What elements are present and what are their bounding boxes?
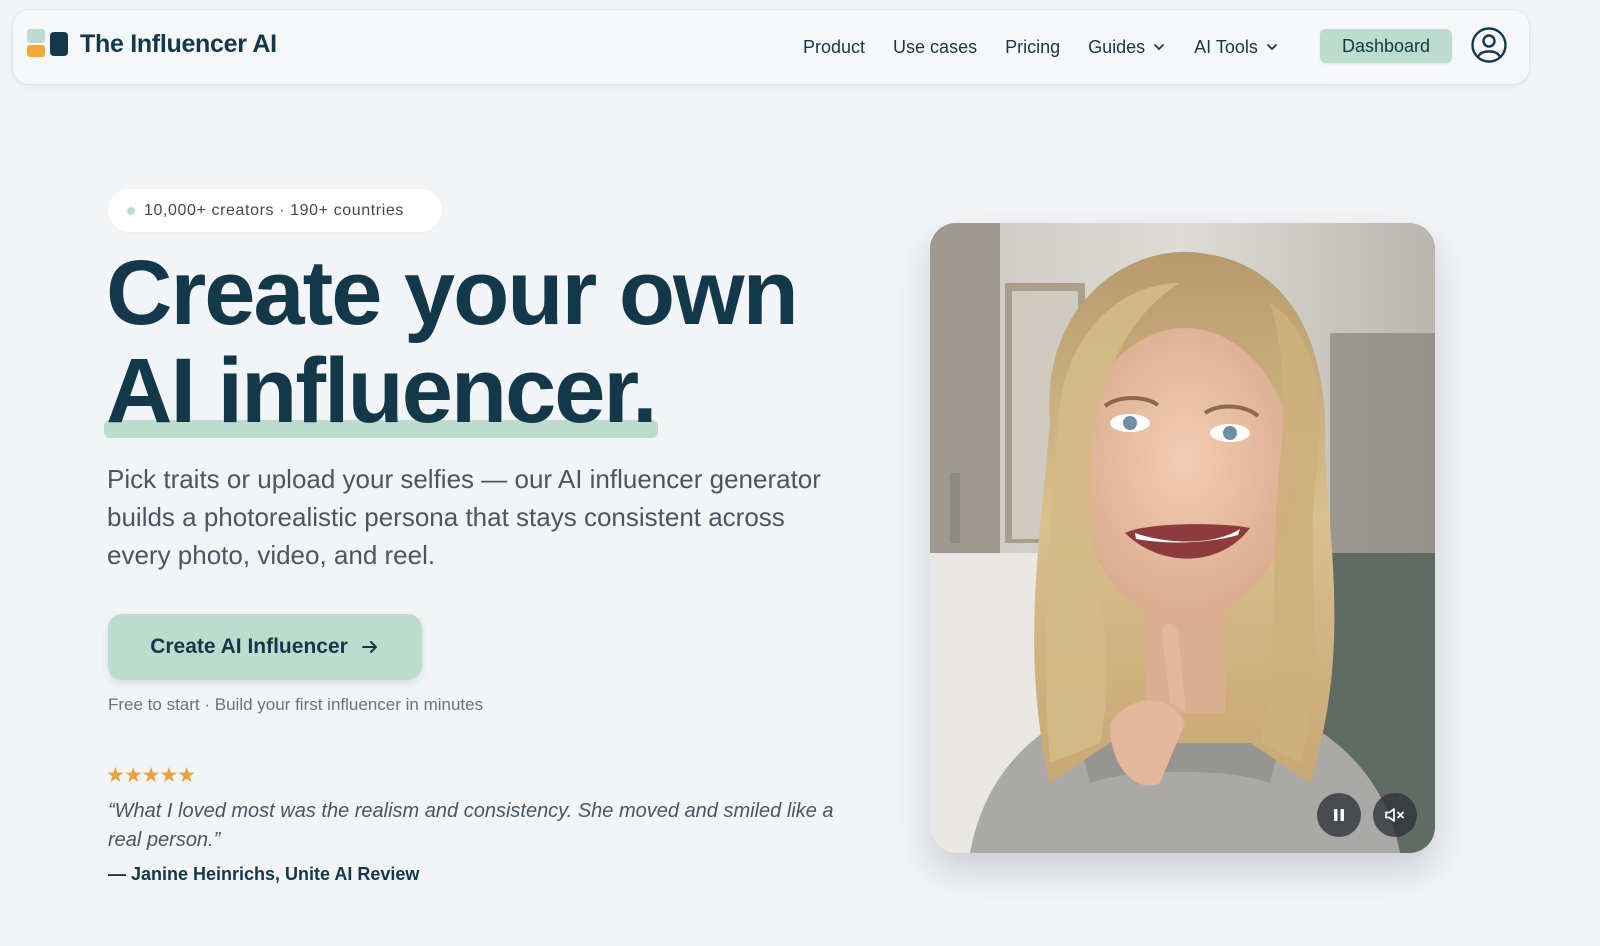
hero-video-player[interactable]: [930, 223, 1435, 853]
mute-icon: [1385, 808, 1404, 822]
pause-icon: [1334, 809, 1344, 821]
user-circle-icon[interactable]: [1470, 26, 1508, 64]
create-ai-influencer-button[interactable]: Create AI Influencer: [108, 614, 422, 680]
rating-stars: ★★★★★: [106, 764, 196, 787]
headline-line-2: AI influencer.: [106, 340, 658, 442]
nav-link-ai-tools[interactable]: AI Tools: [1194, 37, 1279, 58]
brand-logo-link[interactable]: The Influencer AI: [27, 29, 277, 59]
nav-links: Product Use cases Pricing Guides AI Tool…: [803, 10, 1307, 84]
badge-text: 10,000+ creators · 190+ countries: [144, 201, 404, 219]
dashboard-button[interactable]: Dashboard: [1320, 29, 1452, 63]
cta-fine-print: Free to start · Build your first influen…: [108, 695, 484, 714]
nav-link-product[interactable]: Product: [803, 37, 865, 58]
hero-headline: Create your own AI influencer.: [104, 242, 866, 442]
testimonial-quote: “What I loved most was the realism and c…: [108, 800, 834, 851]
headline-line-2-wrap: AI influencer.: [104, 340, 658, 442]
testimonial-author: — Janine Heinrichs, Unite AI Review: [108, 864, 420, 884]
chevron-down-icon: [1154, 44, 1165, 50]
logo-icon: [27, 29, 69, 59]
hero-subtitle: Pick traits or upload your selfies — our…: [107, 464, 821, 570]
headline-line-1: Create your own: [106, 242, 799, 344]
mute-toggle-button[interactable]: [1373, 793, 1417, 837]
cta-label: Create AI Influencer: [150, 635, 348, 658]
pause-button[interactable]: [1317, 793, 1361, 837]
nav-link-pricing[interactable]: Pricing: [1005, 37, 1060, 58]
top-navigation: The Influencer AI Product Use cases Pric…: [13, 10, 1529, 84]
video-frame: [930, 223, 1435, 853]
social-proof-badge: 10,000+ creators · 190+ countries: [108, 189, 442, 232]
arrow-right-icon: [361, 641, 377, 653]
chevron-down-icon: [1266, 44, 1277, 50]
nav-link-guides[interactable]: Guides: [1088, 37, 1166, 58]
badge-dot-icon: [127, 206, 135, 215]
nav-link-use-cases[interactable]: Use cases: [893, 37, 977, 58]
brand-name: The Influencer AI: [80, 29, 277, 58]
